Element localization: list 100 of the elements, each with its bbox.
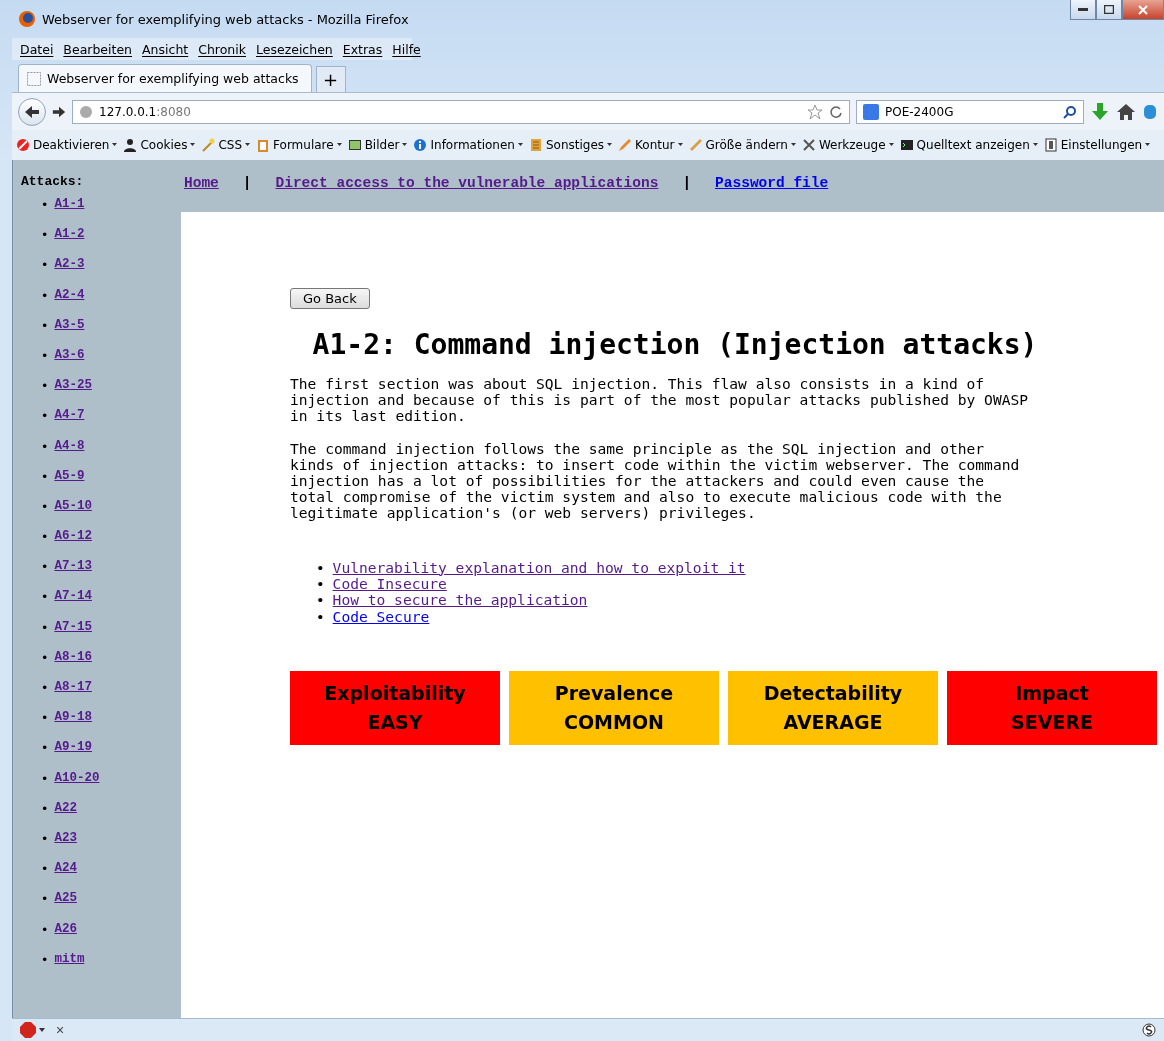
new-tab-button[interactable]: + — [315, 66, 346, 92]
search-icon[interactable] — [1063, 104, 1077, 119]
toolbar-menu[interactable]: Sonstiges — [528, 138, 613, 152]
toolbar-menu[interactable]: Einstellungen — [1043, 138, 1151, 152]
toolbar-menu[interactable]: Informationen — [413, 138, 523, 152]
attack-link[interactable]: A24 — [54, 861, 77, 892]
adblock-icon[interactable] — [20, 1022, 46, 1038]
caret-icon — [245, 143, 251, 147]
attack-link[interactable]: A1-1 — [54, 197, 85, 228]
toolbar-menu[interactable]: Quelltext anzeigen — [899, 138, 1038, 152]
window-title: Webserver for exemplifying web attacks - Mozilla Firefox — [42, 11, 409, 27]
attack-link[interactable]: A2-3 — [54, 257, 85, 288]
search-field[interactable]: POE-2400G — [856, 99, 1084, 124]
attack-link[interactable]: A25 — [54, 891, 77, 922]
toolbar-menu[interactable]: Bilder — [347, 138, 408, 152]
image-icon — [347, 138, 362, 152]
rating-label: Exploitability — [324, 681, 466, 707]
attack-link[interactable]: A22 — [54, 800, 77, 831]
attack-link[interactable]: A4-8 — [54, 438, 85, 469]
attack-link[interactable]: A8-16 — [54, 649, 92, 680]
home-icon[interactable] — [1116, 102, 1136, 121]
back-button[interactable] — [18, 97, 46, 126]
attack-link[interactable]: A5-9 — [54, 468, 85, 499]
section-link[interactable]: Code Insecure — [332, 576, 447, 593]
menu-item[interactable]: Datei — [20, 41, 54, 57]
menu-item[interactable]: Lesezeichen — [256, 41, 333, 57]
wand-icon — [201, 138, 216, 152]
bullet: • — [41, 680, 49, 697]
attack-link[interactable]: mitm — [54, 951, 85, 982]
go-back-button[interactable]: Go Back — [290, 288, 370, 309]
bullet: • — [41, 227, 49, 245]
rating-value: SEVERE — [1011, 710, 1093, 736]
menu-item[interactable]: Chronik — [198, 41, 246, 57]
bullet: • — [41, 287, 49, 305]
attack-link[interactable]: A4-7 — [54, 408, 85, 439]
bullet: • — [41, 830, 49, 848]
toolbar-menu[interactable]: CSS — [201, 138, 251, 152]
attack-link[interactable]: A2-4 — [54, 287, 85, 318]
attack-link[interactable]: A3-25 — [54, 378, 92, 409]
address-field[interactable]: 127.0.0.1:8080 — [72, 99, 850, 124]
bullet: • — [41, 347, 49, 365]
nav-link[interactable]: Password file — [715, 175, 829, 191]
close-button[interactable]: × — [56, 1022, 65, 1038]
nav-link[interactable]: Home — [184, 175, 219, 191]
bullet: • — [41, 861, 49, 879]
page-icon — [27, 71, 41, 86]
attack-link[interactable]: A8-17 — [54, 680, 92, 711]
section-link[interactable]: Vulnerability explanation and how to exploit it — [332, 559, 746, 577]
attack-link[interactable]: A26 — [54, 921, 77, 952]
rating-value: COMMON — [564, 710, 664, 736]
attack-link[interactable]: A9-19 — [54, 740, 92, 771]
menu-item[interactable]: Ansicht — [142, 41, 189, 57]
globe-icon — [79, 104, 93, 119]
attack-link[interactable]: A9-18 — [54, 710, 92, 741]
clipboard-icon — [256, 138, 271, 152]
browser-logo-icon — [18, 10, 36, 28]
toolbar-menu[interactable]: Deaktivieren — [16, 138, 118, 152]
attack-link[interactable]: A6-12 — [54, 529, 92, 560]
maximize-button[interactable] — [1096, 0, 1122, 20]
menu-item[interactable]: Hilfe — [392, 41, 421, 57]
extension-icon[interactable] — [1142, 102, 1158, 121]
rating-label: Prevalence — [554, 681, 674, 707]
forbidden-icon — [16, 138, 30, 152]
menu-item[interactable]: Extras — [342, 41, 383, 57]
download-icon[interactable] — [1090, 102, 1110, 121]
page-heading: A1-2: Command injection (Injection attacks) — [311, 329, 1039, 360]
toolbar-menu[interactable]: Werkzeuge — [801, 138, 894, 152]
reload-icon[interactable] — [829, 104, 843, 119]
star-icon[interactable] — [807, 103, 823, 120]
bullet: • — [41, 770, 49, 788]
rating-label: Detectability — [763, 681, 903, 707]
caret-icon — [888, 143, 894, 147]
attack-link[interactable]: A7-13 — [54, 559, 92, 590]
section-link[interactable]: Code Secure — [332, 608, 430, 626]
bullet: • — [41, 438, 49, 456]
toolbar-menu[interactable]: Cookies — [123, 138, 196, 152]
caret-icon — [607, 143, 613, 147]
attack-link[interactable]: A3-5 — [54, 317, 85, 348]
pencil-icon — [618, 138, 633, 152]
toolbar-menu[interactable]: Kontur — [618, 138, 683, 152]
nav-link[interactable]: Direct access to the vulnerable applications — [275, 175, 659, 191]
rating-label: Impact — [1015, 681, 1089, 707]
bullet: • — [41, 921, 49, 939]
close-button[interactable] — [1122, 0, 1164, 20]
attack-link[interactable]: A7-15 — [54, 619, 92, 650]
attack-link[interactable]: A5-10 — [54, 498, 92, 530]
attack-link[interactable]: A3-6 — [54, 347, 85, 379]
menu-item[interactable]: Bearbeiten — [63, 41, 133, 57]
forward-icon[interactable] — [52, 104, 66, 119]
book-icon — [528, 138, 543, 152]
browser-tab[interactable]: Webserver for exemplifying web attacks — [18, 64, 312, 92]
toolbar-menu[interactable]: Formulare — [256, 138, 342, 152]
caret-icon — [336, 143, 342, 147]
attack-link[interactable]: A23 — [54, 830, 77, 862]
attack-link[interactable]: A7-14 — [54, 589, 92, 620]
toolbar-menu[interactable]: Größe ändern — [688, 138, 796, 152]
minimize-button[interactable] — [1070, 0, 1096, 20]
attack-link[interactable]: A1-2 — [54, 227, 85, 258]
attack-link[interactable]: A10-20 — [54, 770, 100, 801]
section-link[interactable]: How to secure the application — [332, 592, 588, 609]
